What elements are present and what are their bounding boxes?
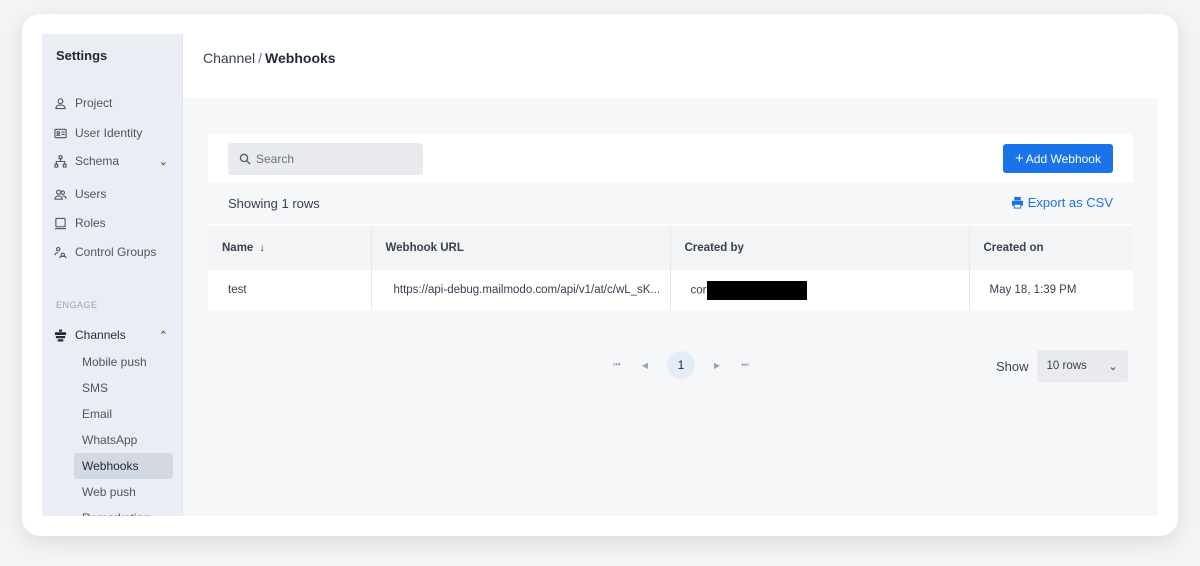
channels-icon [52,327,68,343]
app-container: Settings Project User Identity Schema ⌄ [42,34,1158,516]
breadcrumb-current: Webhooks [265,50,336,66]
sidebar-item-label: Roles [75,216,106,230]
rows-info-bar: Showing 1 rows Export as CSV [208,182,1133,224]
sidebar-subitem-email[interactable]: Email [74,401,173,427]
add-webhook-label: Add Webhook [1025,151,1101,166]
table-row[interactable]: test https://api-debug.mailmodo.com/api/… [208,270,1133,310]
sidebar-subitem-webhooks[interactable]: Webhooks [74,453,173,479]
sidebar-item-user-identity[interactable]: User Identity [52,120,174,146]
search-placeholder: Search [256,152,295,166]
sidebar-item-roles[interactable]: Roles [52,210,174,236]
sidebar-subitem-web-push[interactable]: Web push [74,479,173,505]
sidebar-item-project[interactable]: Project [52,90,174,116]
sidebar-item-users[interactable]: Users [52,181,174,207]
webhooks-panel: Search + Add Webhook Showing 1 rows Expo… [208,134,1133,310]
rows-option-value: 10 rows [1046,360,1087,372]
sidebar-item-label: Project [75,96,113,110]
prev-page-icon[interactable]: ◀ [634,361,656,370]
sidebar-subitem-whatsapp[interactable]: WhatsApp [74,427,173,453]
column-header-created-by: Created by [670,226,970,270]
chevron-down-icon: ⌄ [1108,360,1118,373]
chevron-down-icon: ⌄ [158,155,168,168]
last-page-icon[interactable]: ⏭ [734,360,756,370]
cell-created-on: May 18, 1:39 PM [969,270,1133,310]
cell-name: test [208,270,372,310]
showing-rows-text: Showing 1 rows [228,196,320,211]
rows-per-page-select[interactable]: 10 rows ⌄ [1036,350,1128,382]
sidebar-item-control-groups[interactable]: Control Groups [52,239,174,265]
roles-icon [52,215,68,231]
user-icon [52,95,68,111]
show-label: Show [996,358,1029,374]
hierarchy-icon [52,153,68,169]
content-area: Search + Add Webhook Showing 1 rows Expo… [183,98,1158,516]
window-card: Settings Project User Identity Schema ⌄ [22,14,1178,536]
export-csv-label: Export as CSV [1027,195,1113,210]
pagination: ⏮ ◀ 1 ▶ ⏭ [603,351,759,379]
sidebar-item-label: Control Groups [75,245,157,259]
page-number-button[interactable]: 1 [667,351,695,379]
cell-webhook-url: https://api-debug.mailmodo.com/api/v1/at… [371,270,671,310]
sidebar-subitem-remarketing[interactable]: Remarketing [74,505,173,516]
rows-per-page: Show 10 rows ⌄ [996,350,1128,382]
id-card-icon [52,125,68,141]
table-header-row: Name ↓ Webhook URL Created by Created on [208,226,1133,270]
breadcrumb: Channel / Webhooks [203,50,336,66]
chevron-up-icon: ⌃ [158,329,168,342]
plus-icon: + [1015,150,1024,167]
next-page-icon[interactable]: ▶ [706,361,728,370]
sidebar-item-label: Schema [75,154,120,168]
printer-icon [1011,196,1023,209]
settings-sidebar: Settings Project User Identity Schema ⌄ [42,34,183,516]
export-csv-link[interactable]: Export as CSV [1011,195,1113,210]
column-header-name[interactable]: Name ↓ [208,226,372,270]
column-header-webhook-url: Webhook URL [371,226,671,270]
sidebar-item-label: Channels [75,328,126,342]
sidebar-title: Settings [56,48,108,63]
add-webhook-button[interactable]: + Add Webhook [1003,144,1113,173]
control-groups-icon [52,244,68,260]
users-icon [52,186,68,202]
search-input[interactable]: Search [228,143,423,175]
breadcrumb-parent[interactable]: Channel [203,50,255,66]
sidebar-subitem-sms[interactable]: SMS [74,375,173,401]
webhooks-table: Name ↓ Webhook URL Created by Created on … [208,226,1133,310]
column-header-created-on: Created on [969,226,1133,270]
sort-arrow-down-icon[interactable]: ↓ [259,242,265,254]
section-label-engage: ENGAGE [56,300,98,310]
main-content: Channel / Webhooks Search + Add Webhook Sh… [183,34,1158,516]
sidebar-item-label: User Identity [75,126,143,140]
redacted-block [707,280,808,300]
sidebar-item-label: Users [75,187,107,201]
sidebar-subitem-mobile-push[interactable]: Mobile push [74,349,173,375]
sidebar-item-channels[interactable]: Channels ⌃ [52,322,174,348]
sidebar-item-schema[interactable]: Schema ⌄ [52,148,174,174]
cell-created-by: cor [670,270,970,310]
search-icon [239,153,251,165]
breadcrumb-separator: / [258,50,263,66]
first-page-icon[interactable]: ⏮ [606,360,628,370]
